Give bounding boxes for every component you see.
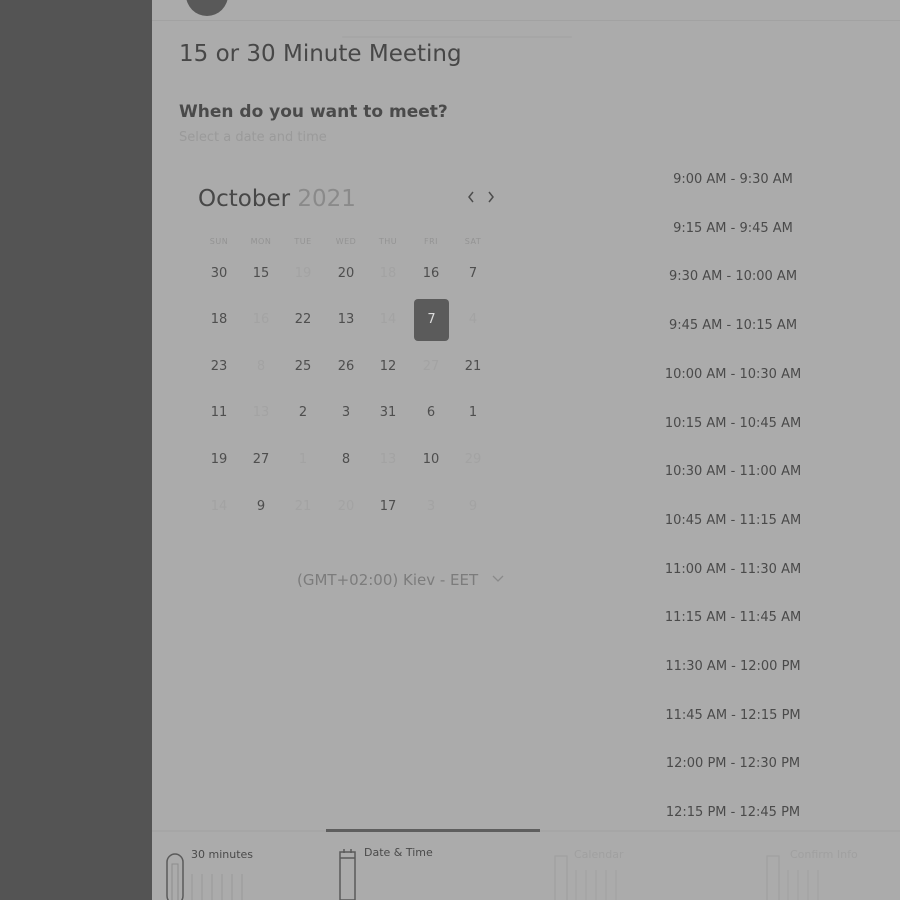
- calendar-day[interactable]: 20: [325, 253, 367, 295]
- time-slot-button[interactable]: 11:15 AM - 11:45 AM: [662, 610, 804, 625]
- chevron-right-icon: [488, 191, 494, 203]
- calendar-day[interactable]: 19: [198, 439, 240, 481]
- time-slot-button[interactable]: 11:30 AM - 12:00 PM: [662, 659, 804, 674]
- calendar-day: 19: [294, 266, 312, 281]
- time-slot-button[interactable]: 10:15 AM - 10:45 AM: [662, 416, 804, 431]
- time-slot-button[interactable]: 9:45 AM - 10:15 AM: [662, 318, 804, 333]
- header-divider: [342, 36, 572, 38]
- calendar-icon: [339, 849, 356, 900]
- step-label: Date & Time: [364, 846, 433, 859]
- timezone-select[interactable]: (GMT+02:00) Kiev - EET: [293, 568, 513, 594]
- calendar-day: 4: [468, 312, 478, 327]
- step-label: 30 minutes: [191, 848, 254, 861]
- calendar-day[interactable]: 26: [325, 346, 367, 388]
- calendar-day: 27: [422, 359, 440, 374]
- calendar-month: October: [198, 186, 291, 212]
- weekday-label: SAT: [464, 237, 482, 246]
- calendar-day[interactable]: 15: [240, 253, 282, 295]
- weekday-label: SUN: [209, 237, 229, 246]
- weekday-label: THU: [378, 237, 398, 246]
- calendar-day: 13: [379, 452, 397, 467]
- calendar-day: 18: [379, 266, 397, 281]
- main-panel: 15 or 30 Minute Meeting When do you want…: [152, 0, 900, 900]
- calendar-day: 3: [426, 499, 436, 514]
- time-slot-button[interactable]: 12:00 PM - 12:30 PM: [662, 756, 804, 771]
- time-slot-button[interactable]: 9:15 AM - 9:45 AM: [662, 221, 804, 236]
- calendar-day: 14: [210, 499, 228, 514]
- calendar-day[interactable]: 6: [410, 392, 452, 434]
- calendar-day[interactable]: 11: [198, 392, 240, 434]
- calendar-day[interactable]: 8: [325, 439, 367, 481]
- step-label: Confirm Info: [790, 848, 858, 861]
- calendar-day[interactable]: 17: [367, 486, 409, 528]
- calendar-month-year: October 2021: [198, 186, 356, 212]
- calendar-day-selected[interactable]: 7: [414, 299, 449, 341]
- section-subheading: Select a date and time: [179, 130, 327, 145]
- time-slot-button[interactable]: 9:30 AM - 10:00 AM: [662, 269, 804, 284]
- sidebar: [0, 0, 152, 900]
- calendar-day[interactable]: 21: [452, 346, 494, 388]
- avatar: [186, 0, 228, 16]
- timezone-label: (GMT+02:00) Kiev - EET: [297, 571, 479, 589]
- header-strip: [152, 0, 900, 21]
- calendar-day: 21: [294, 499, 312, 514]
- calendar-day: 20: [337, 499, 355, 514]
- page-title: 15 or 30 Minute Meeting: [179, 41, 462, 67]
- calendar-day: 14: [379, 312, 397, 327]
- step-duration: 30 minutes: [164, 840, 314, 900]
- weekday-label: MON: [250, 237, 272, 246]
- chevron-left-icon: [468, 191, 474, 203]
- time-slot-button[interactable]: 10:00 AM - 10:30 AM: [662, 367, 804, 382]
- time-slot-button[interactable]: 11:45 AM - 12:15 PM: [662, 708, 804, 723]
- calendar-day[interactable]: 31: [367, 392, 409, 434]
- calendar-day[interactable]: 23: [198, 346, 240, 388]
- step-calendar: Calendar: [552, 840, 722, 900]
- calendar-day[interactable]: 27: [240, 439, 282, 481]
- time-slot-button[interactable]: 9:00 AM - 9:30 AM: [662, 172, 804, 187]
- calendar-day[interactable]: 2: [282, 392, 324, 434]
- weekday-label: TUE: [294, 237, 312, 246]
- calendar-day[interactable]: 25: [282, 346, 324, 388]
- calendar-day[interactable]: 3: [325, 392, 367, 434]
- calendar-day: 13: [252, 405, 270, 420]
- calendar-day: 1: [298, 452, 308, 467]
- calendar-day[interactable]: 22: [282, 299, 324, 341]
- calendar-day: 29: [464, 452, 482, 467]
- step-confirm-info: Confirm Info: [764, 840, 894, 900]
- step-date-time: Date & Time: [338, 840, 508, 900]
- weekday-label: WED: [335, 237, 357, 246]
- calendar-day[interactable]: 1: [452, 392, 494, 434]
- calendar-day[interactable]: 10: [410, 439, 452, 481]
- chevron-down-icon: [492, 575, 504, 582]
- calendar-day: 8: [256, 359, 266, 374]
- calendar-day: 16: [252, 312, 270, 327]
- calendar-day[interactable]: 18: [198, 299, 240, 341]
- time-slot-button[interactable]: 11:00 AM - 11:30 AM: [662, 562, 804, 577]
- calendar-day[interactable]: 12: [367, 346, 409, 388]
- progress-indicator: [326, 829, 540, 832]
- calendar-day[interactable]: 7: [452, 253, 494, 295]
- section-heading: When do you want to meet?: [179, 102, 448, 122]
- calendar-day[interactable]: 13: [325, 299, 367, 341]
- calendar-day[interactable]: 16: [410, 253, 452, 295]
- time-slot-button[interactable]: 10:30 AM - 11:00 AM: [662, 464, 804, 479]
- step-label: Calendar: [574, 848, 624, 861]
- calendar-day[interactable]: 9: [240, 486, 282, 528]
- next-month-button[interactable]: [482, 188, 500, 210]
- prev-month-button[interactable]: [462, 188, 480, 210]
- weekday-label: FRI: [423, 237, 439, 246]
- calendar-year: 2021: [297, 186, 356, 212]
- time-slot-button[interactable]: 10:45 AM - 11:15 AM: [662, 513, 804, 528]
- time-slot-button[interactable]: 12:15 PM - 12:45 PM: [662, 805, 804, 820]
- calendar-day: 9: [468, 499, 478, 514]
- calendar-day[interactable]: 30: [198, 253, 240, 295]
